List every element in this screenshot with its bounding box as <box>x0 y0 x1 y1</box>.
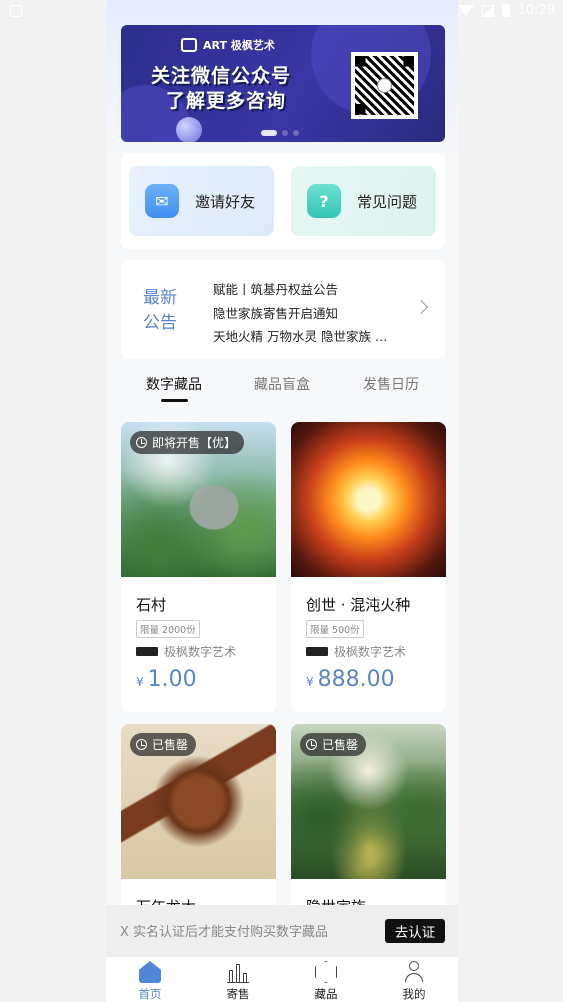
question-icon: ? <box>307 184 341 218</box>
chart-icon <box>227 961 249 983</box>
product-card[interactable]: 创世 · 混沌火种 限量 500份 极枫数字艺术 ¥888.00 <box>291 422 446 712</box>
planet-decoration <box>176 117 202 142</box>
tab-release-calendar[interactable]: 发售日历 <box>363 374 419 394</box>
app-notification-icon <box>10 5 22 17</box>
faq-button[interactable]: ? 常见问题 <box>291 166 436 236</box>
brand-logo-icon <box>306 647 328 656</box>
app-page: ART 极枫艺术 关注微信公众号 了解更多咨询 ✉ 邀请好友 ? 常见问题 最新… <box>106 0 458 1002</box>
publisher: 极枫数字艺术 <box>136 643 236 660</box>
verification-bar: X 实名认证后才能支付购买数字藏品 去认证 <box>106 905 458 957</box>
artwork-image: 即将开售【优】 <box>121 422 276 577</box>
brand-logo-icon <box>136 647 158 656</box>
banner-subheadline: 了解更多咨询 <box>166 90 287 112</box>
invite-friends-button[interactable]: ✉ 邀请好友 <box>129 166 274 236</box>
announcement-item[interactable]: 赋能丨筑基丹权益公告 <box>213 278 413 302</box>
verify-button[interactable]: 去认证 <box>385 919 445 943</box>
announcement-list: 赋能丨筑基丹权益公告 隐世家族寄售开启通知 天地火精 万物水灵 隐世家族 … <box>213 278 413 349</box>
clock-icon <box>136 437 147 448</box>
tab-blind-box[interactable]: 藏品盲盒 <box>254 374 310 394</box>
edition-limit: 限量 2000份 <box>136 620 200 638</box>
product-card[interactable]: 即将开售【优】 石村 限量 2000份 极枫数字艺术 ¥1.00 <box>121 422 276 712</box>
chevron-right-icon[interactable] <box>413 299 429 315</box>
price: ¥1.00 <box>136 667 197 692</box>
clock-icon <box>136 739 147 750</box>
qr-code <box>351 52 418 119</box>
wifi-icon <box>457 5 474 16</box>
announcement-title: 最新公告 <box>143 288 177 333</box>
product-name: 创世 · 混沌火种 <box>306 596 411 614</box>
nav-consignment[interactable]: 寄售 <box>208 961 268 1002</box>
announcement-item[interactable]: 隐世家族寄售开启通知 <box>213 302 413 326</box>
artwork-image: 已售罄 <box>291 724 446 879</box>
verification-message[interactable]: X 实名认证后才能支付购买数字藏品 <box>120 921 328 940</box>
clock-icon <box>306 739 317 750</box>
status-badge: 即将开售【优】 <box>130 431 245 454</box>
banner-headline: 关注微信公众号 <box>151 65 292 87</box>
envelope-icon: ✉ <box>145 184 179 218</box>
status-badge: 已售罄 <box>300 733 367 756</box>
publisher: 极枫数字艺术 <box>306 643 406 660</box>
product-name: 石村 <box>136 596 167 614</box>
nav-collection[interactable]: 藏品 <box>296 961 356 1002</box>
status-badge: 已售罄 <box>130 733 197 756</box>
banner-logo: ART 极枫艺术 <box>181 37 275 53</box>
announcement-panel[interactable]: 最新公告 赋能丨筑基丹权益公告 隐世家族寄售开启通知 天地火精 万物水灵 隐世家… <box>121 260 445 359</box>
promo-banner[interactable]: ART 极枫艺术 关注微信公众号 了解更多咨询 <box>121 25 445 142</box>
battery-icon <box>501 4 510 17</box>
artwork-image: 已售罄 <box>121 724 276 879</box>
signal-icon <box>481 4 494 17</box>
home-icon <box>139 961 161 983</box>
user-icon <box>403 961 425 983</box>
tab-digital-collectibles[interactable]: 数字藏品 <box>146 374 202 394</box>
artwork-image <box>291 422 446 577</box>
status-time: 10:29 <box>517 3 555 18</box>
bottom-nav: 首页 寄售 藏品 我的 <box>106 957 458 1002</box>
price: ¥888.00 <box>306 667 395 692</box>
box-icon <box>315 961 337 983</box>
tab-indicator <box>161 399 188 402</box>
carousel-indicator <box>261 130 299 136</box>
quick-actions: ✉ 邀请好友 ? 常见问题 <box>121 153 445 249</box>
nav-home[interactable]: 首页 <box>120 961 180 1002</box>
brand-logo-icon <box>181 38 197 52</box>
collection-tabs: 数字藏品 藏品盲盒 发售日历 <box>106 370 458 406</box>
nav-profile[interactable]: 我的 <box>384 961 444 1002</box>
announcement-item[interactable]: 天地火精 万物水灵 隐世家族 … <box>213 325 413 349</box>
edition-limit: 限量 500份 <box>306 620 364 638</box>
